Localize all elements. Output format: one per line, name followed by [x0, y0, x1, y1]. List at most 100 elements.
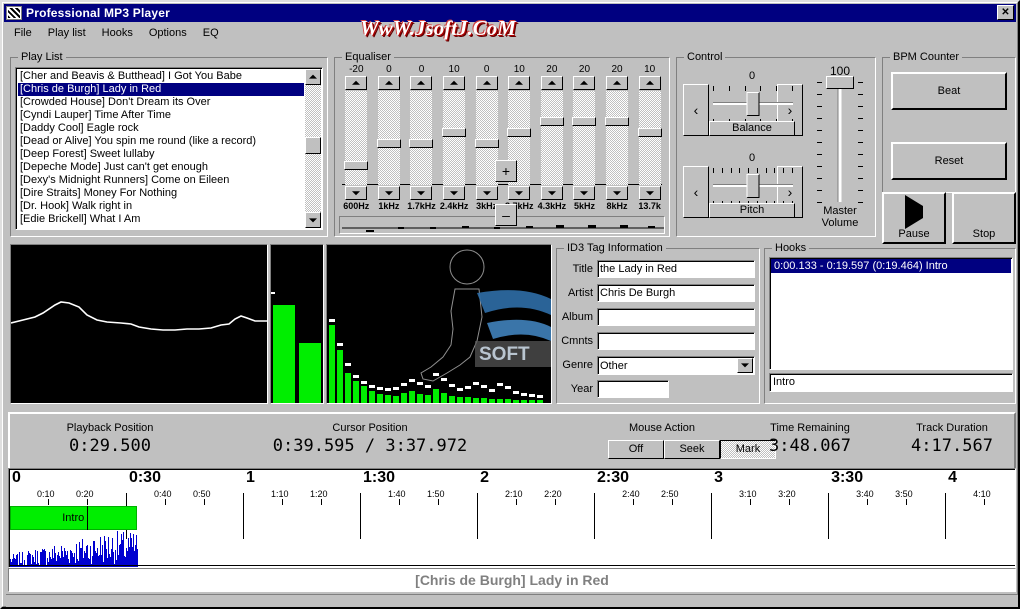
- menu-item-options[interactable]: Options: [141, 26, 195, 40]
- playlist-item[interactable]: [Daddy Cool] Eagle rock: [18, 122, 304, 135]
- playlist-item[interactable]: [Dr. Hook] Walk right in: [18, 200, 304, 213]
- eq-band-down-button[interactable]: [377, 186, 400, 200]
- eq-band-up-button[interactable]: [508, 76, 531, 90]
- timeline-minor-tick: [789, 499, 791, 505]
- playlist-item[interactable]: [Dire Straits] Money For Nothing: [18, 187, 304, 200]
- balance-slider[interactable]: [713, 84, 793, 124]
- eq-band-slider[interactable]: [376, 91, 401, 185]
- timeline-major-tick: [477, 493, 479, 505]
- reset-button[interactable]: Reset: [891, 142, 1007, 180]
- playlist-item[interactable]: [Cyndi Lauper] Time After Time: [18, 109, 304, 122]
- timeline-minor-tick: [281, 499, 283, 505]
- eq-band-down-button[interactable]: [410, 186, 433, 200]
- menu-item-file[interactable]: File: [6, 26, 40, 40]
- eq-band-down-button[interactable]: [443, 186, 466, 200]
- eq-band-thumb[interactable]: [605, 117, 630, 126]
- eq-band-up-button[interactable]: [573, 76, 596, 90]
- eq-minus-button[interactable]: –: [495, 204, 517, 226]
- playlist-item[interactable]: [Crowded House] Don't Dream its Over: [18, 96, 304, 109]
- scroll-down-button[interactable]: [305, 212, 321, 228]
- mouse-action-seek-button[interactable]: Seek: [664, 440, 720, 459]
- eq-band-down-button[interactable]: [508, 186, 531, 200]
- playlist-item[interactable]: [Deep Forest] Sweet lullaby: [18, 148, 304, 161]
- eq-band-slider[interactable]: [572, 91, 597, 185]
- eq-band-thumb[interactable]: [344, 161, 369, 170]
- pitch-right-button[interactable]: ›: [777, 166, 803, 218]
- master-volume-thumb[interactable]: [826, 76, 854, 89]
- eq-band-slider[interactable]: [539, 91, 564, 185]
- eq-band-thumb[interactable]: [474, 139, 499, 148]
- pitch-thumb[interactable]: [746, 174, 760, 198]
- scrollbar-track[interactable]: [305, 85, 321, 212]
- balance-left-button[interactable]: ‹: [683, 84, 709, 136]
- mouse-action-off-button[interactable]: Off: [608, 440, 664, 459]
- eq-plus-button[interactable]: +: [495, 160, 517, 182]
- eq-band-up-button[interactable]: [540, 76, 563, 90]
- eq-band-up-button[interactable]: [443, 76, 466, 90]
- eq-band-down-button[interactable]: [345, 186, 368, 200]
- eq-band-thumb[interactable]: [572, 117, 597, 126]
- menu-item-hooks[interactable]: Hooks: [94, 26, 141, 40]
- hooks-list-item[interactable]: 0:00.133 - 0:19.597 (0:19.464) Intro: [771, 259, 1011, 273]
- eq-band-thumb[interactable]: [409, 139, 434, 148]
- eq-band-slider[interactable]: [344, 91, 369, 185]
- playlist-item[interactable]: [Cher and Beavis & Butthead] I Got You B…: [18, 70, 304, 83]
- id3-title-input[interactable]: the Lady in Red: [597, 260, 755, 278]
- eq-band-thumb[interactable]: [507, 128, 532, 137]
- scroll-up-button[interactable]: [305, 69, 321, 85]
- stop-button[interactable]: Stop: [952, 192, 1016, 244]
- playlist-scrollbar[interactable]: [305, 69, 321, 228]
- playlist-item[interactable]: [Depeche Mode] Just can't get enough: [18, 161, 304, 174]
- eq-band-down-button[interactable]: [540, 186, 563, 200]
- eq-band-down-button[interactable]: [573, 186, 596, 200]
- id3-year-input[interactable]: [597, 380, 669, 398]
- id3-genre-select[interactable]: Other: [597, 355, 755, 375]
- playlist-item[interactable]: [Dexy's Midnight Runners] Come on Eileen: [18, 174, 304, 187]
- eq-band-down-button[interactable]: [475, 186, 498, 200]
- eq-band-thumb[interactable]: [376, 139, 401, 148]
- playlist-item[interactable]: [Edie Brickell] What I Am: [18, 213, 304, 226]
- eq-band-up-button[interactable]: [345, 76, 368, 90]
- balance-right-button[interactable]: ›: [777, 84, 803, 136]
- eq-band-up-button[interactable]: [410, 76, 433, 90]
- eq-band-thumb[interactable]: [539, 117, 564, 126]
- playlist-listbox[interactable]: [Cher and Beavis & Butthead] I Got You B…: [15, 67, 323, 230]
- id3-comments-input[interactable]: [597, 332, 755, 350]
- timeline-ruler[interactable]: 0 0:30 1 1:30 2 2:30 3 3:30 4 0:10 0:20 0:40 0:50 1:1…: [9, 469, 1015, 505]
- beat-button[interactable]: Beat: [891, 72, 1007, 110]
- eq-band-down-button[interactable]: [638, 186, 661, 200]
- eq-band-slider[interactable]: [442, 91, 467, 185]
- eq-band-thumb[interactable]: [637, 128, 662, 137]
- eq-band-slider[interactable]: [409, 91, 434, 185]
- playlist-item[interactable]: [Chris de Burgh] Lady in Red: [18, 83, 304, 96]
- timeline-hook-region[interactable]: Intro: [9, 506, 137, 530]
- id3-album-input[interactable]: [597, 308, 755, 326]
- eq-band-slider[interactable]: [605, 91, 630, 185]
- chevron-down-icon[interactable]: [737, 357, 753, 373]
- menu-item-eq[interactable]: EQ: [195, 26, 227, 40]
- timeline-panel[interactable]: 0 0:30 1 1:30 2 2:30 3 3:30 4 0:10 0:20 0:40 0:50 1:1…: [8, 468, 1016, 568]
- menu-item-play-list[interactable]: Play list: [40, 26, 94, 40]
- close-button[interactable]: ✕: [997, 5, 1014, 20]
- timeline-minor-label: 3:20: [778, 489, 796, 499]
- eq-band-up-button[interactable]: [377, 76, 400, 90]
- eq-band-up-button[interactable]: [475, 76, 498, 90]
- eq-band-up-button[interactable]: [606, 76, 629, 90]
- eq-band-slider[interactable]: [637, 91, 662, 185]
- eq-band-down-button[interactable]: [606, 186, 629, 200]
- hooks-listbox[interactable]: 0:00.133 - 0:19.597 (0:19.464) Intro: [769, 257, 1013, 370]
- eq-band-value: 10: [448, 64, 460, 75]
- master-volume-track[interactable]: [838, 82, 842, 202]
- id3-artist-input[interactable]: Chris De Burgh: [597, 284, 755, 302]
- pitch-left-button[interactable]: ‹: [683, 166, 709, 218]
- balance-thumb[interactable]: [746, 92, 760, 116]
- hook-name-input[interactable]: Intro: [769, 373, 1013, 392]
- eq-band-up-button[interactable]: [638, 76, 661, 90]
- scrollbar-thumb[interactable]: [305, 137, 321, 154]
- eq-band-thumb[interactable]: [442, 128, 467, 137]
- window-title: Professional MP3 Player: [26, 6, 170, 20]
- eq-band-value: 10: [513, 64, 525, 75]
- pause-button[interactable]: Pause: [882, 192, 946, 244]
- playlist-item[interactable]: [Dead or Alive] You spin me round (like …: [18, 135, 304, 148]
- pitch-slider[interactable]: [713, 166, 793, 206]
